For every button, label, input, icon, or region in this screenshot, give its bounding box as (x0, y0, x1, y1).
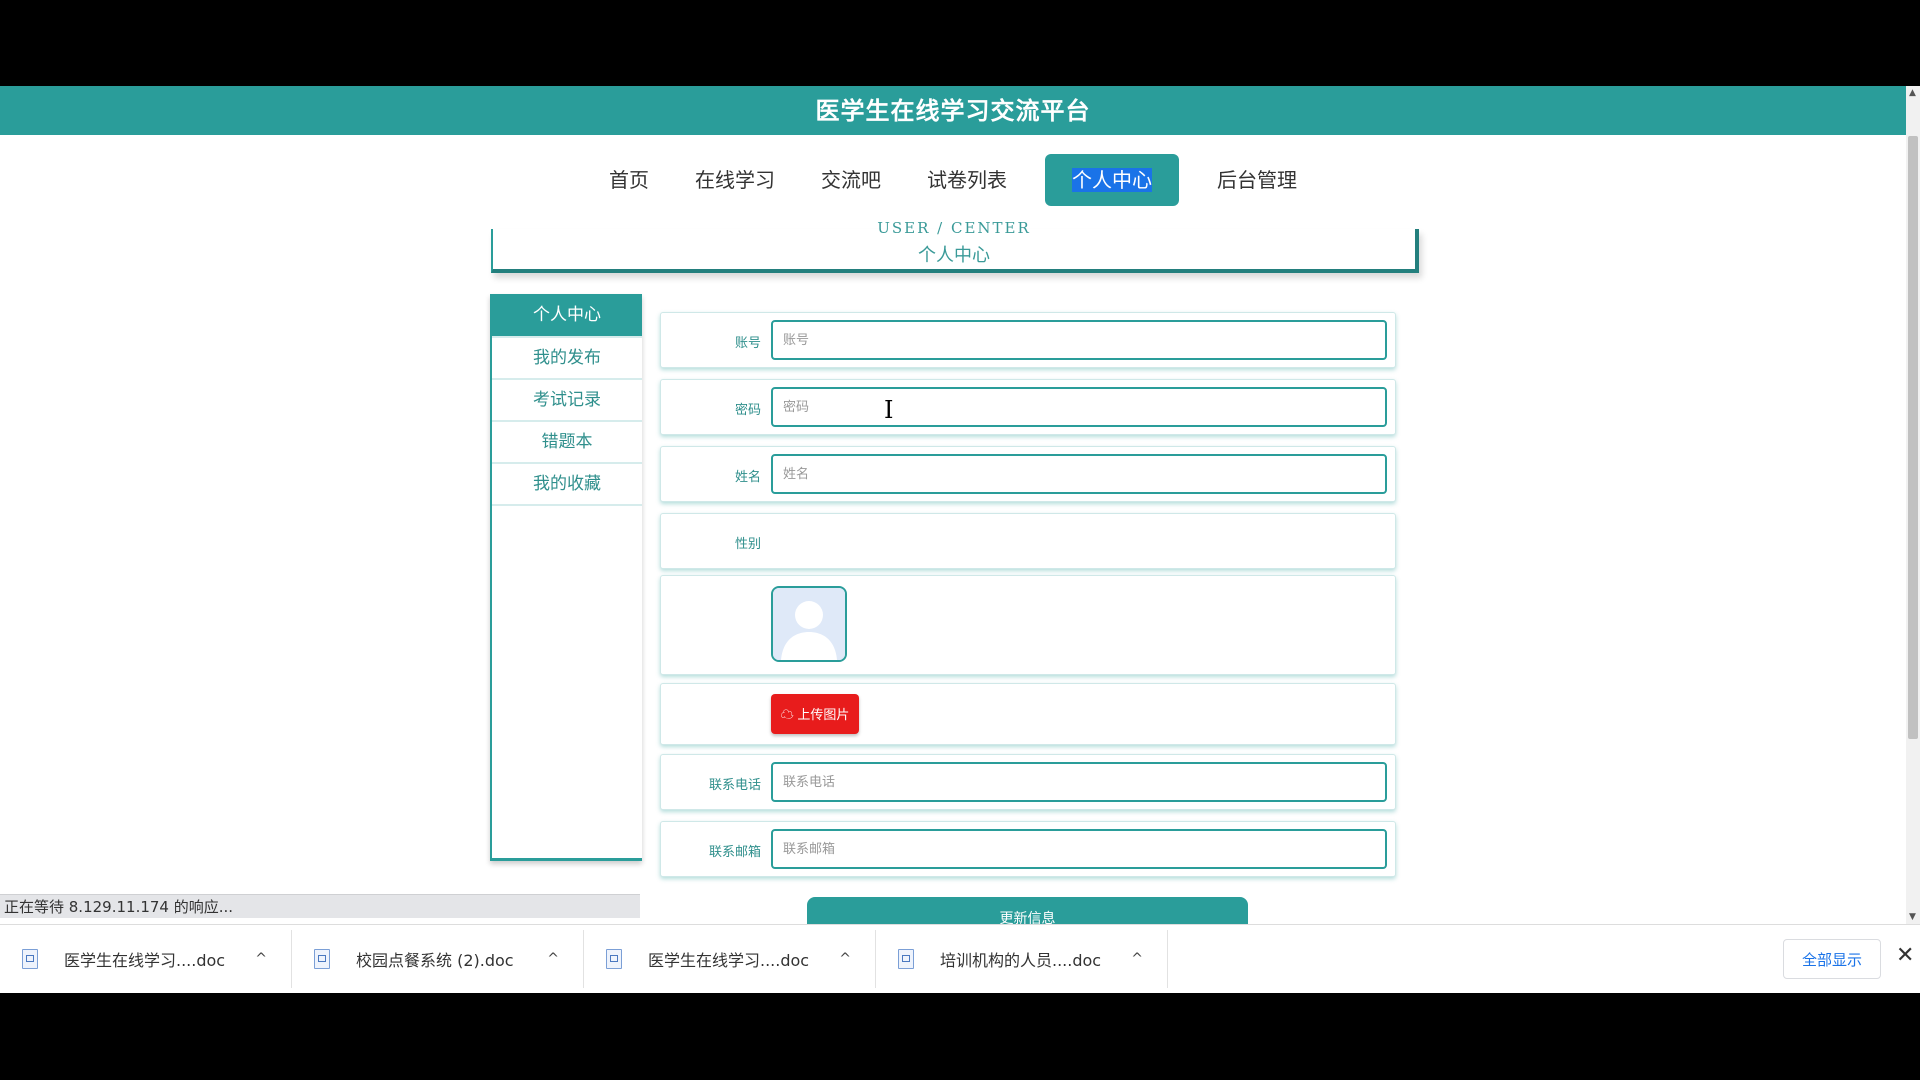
upload-image-button[interactable]: ☁ 上传图片 (771, 694, 859, 734)
user-avatar-icon (773, 588, 845, 660)
word-doc-icon (22, 949, 38, 969)
download-file-name: 医学生在线学习....doc (648, 951, 810, 970)
word-doc-icon (606, 949, 622, 969)
download-bar: 医学生在线学习....doc ^ 校园点餐系统 (2).doc ^ 医学生在线学… (0, 924, 1920, 993)
scroll-up-icon[interactable]: ▲ (1909, 88, 1916, 98)
status-bar: 正在等待 8.129.11.174 的响应... (0, 894, 640, 918)
chevron-up-icon[interactable]: ^ (255, 951, 267, 967)
nav-item-user-center-label: 个人中心 (1072, 168, 1152, 192)
site-header: 医学生在线学习交流平台 (0, 86, 1906, 135)
chevron-up-icon[interactable]: ^ (839, 951, 851, 967)
download-item[interactable]: 医学生在线学习....doc ^ (584, 930, 876, 988)
name-row: 姓名 (660, 446, 1396, 502)
avatar-row (660, 575, 1396, 675)
chevron-up-icon[interactable]: ^ (1131, 951, 1143, 967)
password-label: 密码 (734, 403, 761, 418)
nav-item-forum[interactable]: 交流吧 (813, 154, 889, 206)
download-item[interactable]: 培训机构的人员....doc ^ (876, 930, 1168, 988)
text-cursor-icon: I (884, 396, 894, 424)
chevron-up-icon[interactable]: ^ (547, 951, 559, 967)
sidebar-item-favorites[interactable]: 我的收藏 (492, 464, 642, 506)
nav-item-user-center[interactable]: 个人中心 (1045, 154, 1179, 206)
banner-title: 个人中心 (918, 245, 990, 266)
phone-label: 联系电话 (708, 778, 761, 793)
password-row: 密码 (660, 379, 1396, 435)
banner-english-title: USER / CENTER (877, 219, 1031, 237)
close-icon[interactable]: ✕ (1896, 943, 1914, 968)
nav-item-exam-list[interactable]: 试卷列表 (919, 154, 1015, 206)
account-input[interactable] (771, 320, 1387, 360)
download-item[interactable]: 校园点餐系统 (2).doc ^ (292, 930, 584, 988)
download-item[interactable]: 医学生在线学习....doc ^ (0, 930, 292, 988)
browser-viewport: 医学生在线学习交流平台 首页 在线学习 交流吧 试卷列表 个人中心 后台管理 U… (0, 86, 1920, 924)
name-label: 姓名 (734, 470, 761, 485)
phone-row: 联系电话 (660, 754, 1396, 810)
nav-item-online-study[interactable]: 在线学习 (687, 154, 783, 206)
gender-row: 性别 (660, 513, 1396, 569)
sidebar-item-wrong-questions[interactable]: 错题本 (492, 422, 642, 464)
password-input[interactable] (771, 387, 1387, 427)
avatar[interactable] (771, 586, 847, 662)
nav-item-admin[interactable]: 后台管理 (1209, 154, 1305, 206)
upload-image-label: 上传图片 (797, 707, 850, 722)
word-doc-icon (314, 949, 330, 969)
phone-input[interactable] (771, 762, 1387, 802)
email-row: 联系邮箱 (660, 821, 1396, 877)
download-file-name: 医学生在线学习....doc (64, 951, 226, 970)
download-file-name: 校园点餐系统 (2).doc (356, 951, 514, 970)
section-banner: USER / CENTER 个人中心 (491, 219, 1419, 273)
sidebar-item-exam-records[interactable]: 考试记录 (492, 380, 642, 422)
sidebar-item-my-posts[interactable]: 我的发布 (492, 338, 642, 380)
email-label: 联系邮箱 (708, 845, 761, 860)
sidebar-item-user-center[interactable]: 个人中心 (492, 294, 642, 338)
page-scrollbar[interactable]: ▲ ▼ (1906, 86, 1920, 924)
email-input[interactable] (771, 829, 1387, 869)
main-nav: 首页 在线学习 交流吧 试卷列表 个人中心 后台管理 (0, 154, 1906, 206)
word-doc-icon (898, 949, 914, 969)
user-sidebar: 个人中心 我的发布 考试记录 错题本 我的收藏 (490, 294, 642, 861)
update-info-button[interactable]: 更新信息 (807, 897, 1248, 924)
gender-label: 性别 (734, 537, 761, 552)
cloud-upload-icon: ☁ (780, 707, 794, 722)
upload-row: ☁ 上传图片 (660, 683, 1396, 745)
scroll-down-icon[interactable]: ▼ (1909, 912, 1916, 922)
account-row: 账号 (660, 312, 1396, 368)
account-label: 账号 (734, 336, 761, 351)
show-all-downloads-button[interactable]: 全部显示 (1783, 939, 1881, 979)
site-title: 医学生在线学习交流平台 (815, 97, 1091, 125)
name-input[interactable] (771, 454, 1387, 494)
download-file-name: 培训机构的人员....doc (940, 951, 1102, 970)
scrollbar-thumb[interactable] (1908, 136, 1918, 739)
nav-item-home[interactable]: 首页 (601, 154, 657, 206)
